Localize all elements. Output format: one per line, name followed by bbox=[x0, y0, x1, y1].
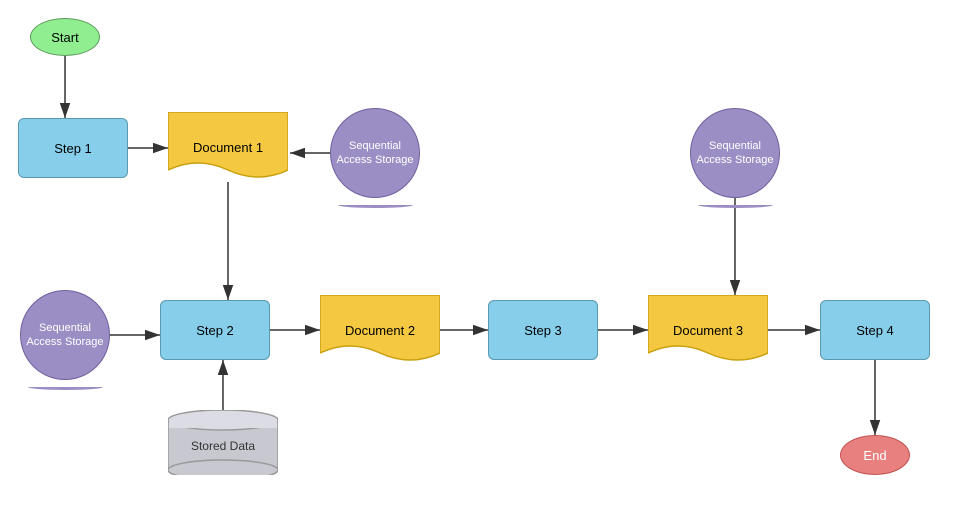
sequential1-label: SequentialAccess Storage bbox=[336, 139, 413, 168]
step3-label: Step 3 bbox=[524, 323, 562, 338]
sequential2-node: SequentialAccess Storage bbox=[690, 108, 780, 198]
sequential2-decoration bbox=[698, 202, 773, 208]
document3-node: Document 3 bbox=[648, 295, 768, 365]
step1-label: Step 1 bbox=[54, 141, 92, 156]
sequential3-decoration bbox=[28, 384, 103, 390]
step3-node: Step 3 bbox=[488, 300, 598, 360]
step2-node: Step 2 bbox=[160, 300, 270, 360]
diagram: Start Step 1 Document 1 SequentialAccess… bbox=[0, 0, 980, 511]
document1-label: Document 1 bbox=[193, 140, 263, 155]
end-node: End bbox=[840, 435, 910, 475]
step4-label: Step 4 bbox=[856, 323, 894, 338]
step4-node: Step 4 bbox=[820, 300, 930, 360]
start-node: Start bbox=[30, 18, 100, 56]
sequential1-decoration bbox=[338, 202, 413, 208]
step2-label: Step 2 bbox=[196, 323, 234, 338]
document3-label: Document 3 bbox=[673, 323, 743, 338]
document2-node: Document 2 bbox=[320, 295, 440, 365]
arrows-overlay bbox=[0, 0, 980, 511]
step1-node: Step 1 bbox=[18, 118, 128, 178]
stored-data-node: Stored Data bbox=[168, 410, 278, 475]
end-label: End bbox=[863, 448, 886, 463]
svg-text:Stored Data: Stored Data bbox=[191, 439, 255, 453]
start-label: Start bbox=[51, 30, 78, 45]
sequential3-label: SequentialAccess Storage bbox=[26, 321, 103, 350]
sequential1-node: SequentialAccess Storage bbox=[330, 108, 420, 198]
sequential2-label: SequentialAccess Storage bbox=[696, 139, 773, 168]
sequential3-node: SequentialAccess Storage bbox=[20, 290, 110, 380]
document2-label: Document 2 bbox=[345, 323, 415, 338]
document1-node: Document 1 bbox=[168, 112, 288, 182]
